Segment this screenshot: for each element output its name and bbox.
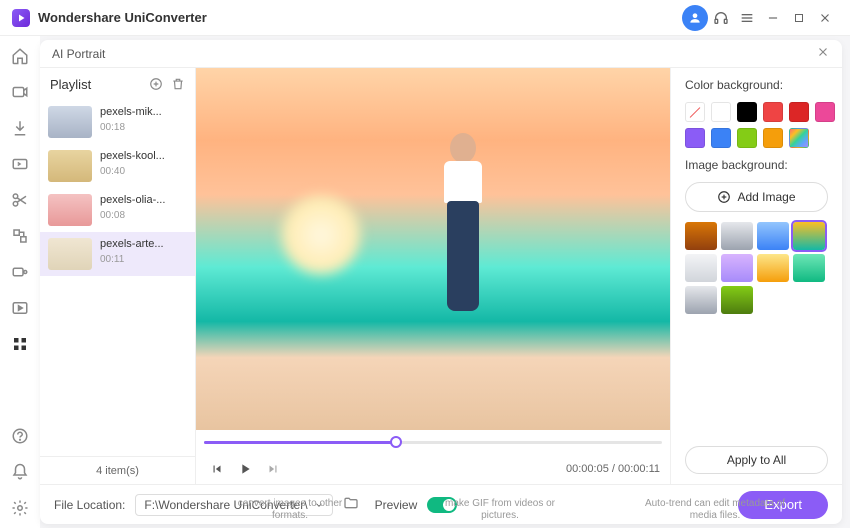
app-title: Wondershare UniConverter	[38, 10, 207, 25]
playlist-items: pexels-mik... 00:18 pexels-kool... 00:40 p…	[40, 100, 195, 456]
background-panel: Color background: Image background:	[670, 68, 842, 484]
bg-image-thumb[interactable]	[685, 286, 717, 314]
playlist-count: 4 item(s)	[40, 456, 195, 484]
app-logo	[12, 9, 30, 27]
cut-icon[interactable]	[8, 188, 32, 212]
left-nav-rail	[0, 36, 40, 528]
color-swatch[interactable]	[763, 128, 783, 148]
hidden-text-snippet: Auto-trend can edit metadata of media fi…	[640, 498, 790, 522]
add-image-label: Add Image	[737, 190, 795, 204]
thumb-icon	[48, 106, 92, 138]
toolbox-icon[interactable]	[8, 332, 32, 356]
download-icon[interactable]	[8, 116, 32, 140]
menu-icon[interactable]	[734, 5, 760, 31]
bg-image-thumb[interactable]	[793, 222, 825, 250]
add-image-button[interactable]: Add Image	[685, 182, 828, 212]
color-swatch[interactable]	[711, 102, 731, 122]
next-button[interactable]	[262, 458, 284, 480]
player-icon[interactable]	[8, 296, 32, 320]
file-location-label: File Location:	[54, 498, 125, 512]
hidden-text-snippet: make GIF from videos or pictures.	[440, 498, 560, 522]
color-swatch[interactable]	[789, 102, 809, 122]
person-graphic	[428, 133, 498, 353]
thumb-icon	[48, 150, 92, 182]
preview-canvas	[196, 68, 670, 430]
preview-label: Preview	[375, 498, 418, 512]
help-icon[interactable]	[8, 424, 32, 448]
bg-image-thumb[interactable]	[685, 254, 717, 282]
prev-button[interactable]	[206, 458, 228, 480]
timecode: 00:00:05 / 00:00:11	[566, 463, 660, 475]
color-swatch[interactable]	[815, 102, 835, 122]
home-icon[interactable]	[8, 44, 32, 68]
apply-all-button[interactable]: Apply to All	[685, 446, 828, 474]
playlist-item[interactable]: pexels-mik... 00:18	[40, 100, 195, 144]
bg-image-thumb[interactable]	[757, 254, 789, 282]
add-item-icon[interactable]	[149, 77, 163, 91]
titlebar: Wondershare UniConverter	[0, 0, 850, 36]
playback-controls: 00:00:05 / 00:00:11	[196, 454, 670, 484]
headset-icon[interactable]	[708, 5, 734, 31]
bg-image-thumb[interactable]	[721, 286, 753, 314]
item-name: pexels-arte...	[100, 238, 164, 250]
settings-icon[interactable]	[8, 496, 32, 520]
notify-icon[interactable]	[8, 460, 32, 484]
bg-image-thumb[interactable]	[721, 254, 753, 282]
playlist-title: Playlist	[50, 77, 91, 92]
delete-item-icon[interactable]	[171, 77, 185, 91]
plus-icon	[717, 190, 731, 204]
color-swatch[interactable]	[737, 128, 757, 148]
image-bg-label: Image background:	[685, 158, 828, 172]
color-swatches	[685, 102, 828, 148]
preview-column: 00:00:05 / 00:00:11	[196, 68, 670, 484]
playlist-item[interactable]: pexels-olia-... 00:08	[40, 188, 195, 232]
merge-icon[interactable]	[8, 224, 32, 248]
item-duration: 00:18	[100, 122, 162, 133]
color-bg-label: Color background:	[685, 78, 828, 92]
image-bg-grid	[685, 222, 828, 314]
item-name: pexels-mik...	[100, 106, 162, 118]
hidden-text-snippet: convert images to other formats.	[230, 498, 350, 522]
color-swatch[interactable]	[763, 102, 783, 122]
compress-icon[interactable]	[8, 152, 32, 176]
user-icon[interactable]	[682, 5, 708, 31]
ai-portrait-modal: AI Portrait Playlist pexels-mik... 00:18	[40, 40, 842, 524]
item-name: pexels-olia-...	[100, 194, 165, 206]
seek-bar-row	[196, 430, 670, 454]
item-duration: 00:08	[100, 210, 165, 221]
color-swatch-rainbow[interactable]	[789, 128, 809, 148]
minimize-button[interactable]	[760, 5, 786, 31]
playlist-item[interactable]: pexels-kool... 00:40	[40, 144, 195, 188]
color-swatch[interactable]	[711, 128, 731, 148]
seek-slider[interactable]	[204, 441, 662, 444]
playlist-header: Playlist	[40, 68, 195, 100]
video-icon[interactable]	[8, 80, 32, 104]
bg-image-thumb[interactable]	[793, 254, 825, 282]
item-duration: 00:11	[100, 254, 164, 265]
playlist-panel: Playlist pexels-mik... 00:18 pexels-kool.…	[40, 68, 196, 484]
maximize-button[interactable]	[786, 5, 812, 31]
thumb-icon	[48, 238, 92, 270]
color-swatch-none[interactable]	[685, 102, 705, 122]
item-name: pexels-kool...	[100, 150, 165, 162]
bg-image-thumb[interactable]	[685, 222, 717, 250]
close-button[interactable]	[812, 5, 838, 31]
close-icon[interactable]	[816, 45, 830, 62]
color-swatch[interactable]	[737, 102, 757, 122]
bg-image-thumb[interactable]	[721, 222, 753, 250]
sun-graphic	[281, 195, 361, 275]
modal-title: AI Portrait	[52, 47, 105, 61]
bg-image-thumb[interactable]	[757, 222, 789, 250]
record-icon[interactable]	[8, 260, 32, 284]
modal-header: AI Portrait	[40, 40, 842, 68]
item-duration: 00:40	[100, 166, 165, 177]
thumb-icon	[48, 194, 92, 226]
color-swatch[interactable]	[685, 128, 705, 148]
playlist-item[interactable]: pexels-arte... 00:11	[40, 232, 195, 276]
play-button[interactable]	[234, 458, 256, 480]
